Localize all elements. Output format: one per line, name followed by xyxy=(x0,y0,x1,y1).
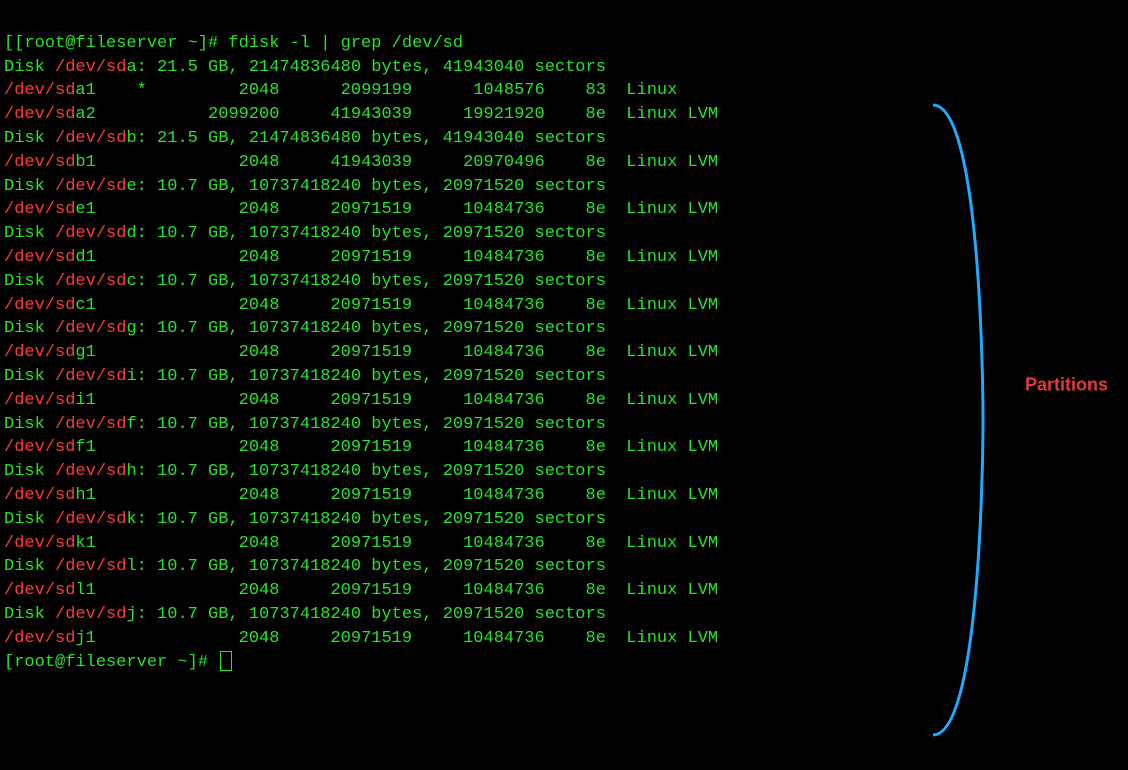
disk-line: Disk /dev/sda: 21.5 GB, 21474836480 byte… xyxy=(4,56,1124,80)
device-highlight: /dev/sd xyxy=(55,415,126,434)
device-highlight: /dev/sd xyxy=(4,438,75,457)
device-highlight: /dev/sd xyxy=(55,367,126,386)
device-highlight: /dev/sd xyxy=(4,296,75,315)
prompt-end: [root@fileserver ~]# xyxy=(4,653,218,672)
device-highlight: /dev/sd xyxy=(4,200,75,219)
partition-line: /dev/sde1 2048 20971519 10484736 8e Linu… xyxy=(4,198,1124,222)
disk-line: Disk /dev/sdg: 10.7 GB, 10737418240 byte… xyxy=(4,317,1124,341)
partition-line: /dev/sda2 2099200 41943039 19921920 8e L… xyxy=(4,103,1124,127)
disk-line: Disk /dev/sdi: 10.7 GB, 10737418240 byte… xyxy=(4,365,1124,389)
annotation-label: Partitions xyxy=(1025,372,1108,397)
device-highlight: /dev/sd xyxy=(4,248,75,267)
partition-line: /dev/sdg1 2048 20971519 10484736 8e Linu… xyxy=(4,341,1124,365)
device-highlight: /dev/sd xyxy=(55,462,126,481)
disk-line: Disk /dev/sdf: 10.7 GB, 10737418240 byte… xyxy=(4,413,1124,437)
disk-line: Disk /dev/sdl: 10.7 GB, 10737418240 byte… xyxy=(4,555,1124,579)
device-highlight: /dev/sd xyxy=(55,129,126,148)
device-highlight: /dev/sd xyxy=(4,343,75,362)
disk-line: Disk /dev/sdk: 10.7 GB, 10737418240 byte… xyxy=(4,508,1124,532)
disk-line: Disk /dev/sdc: 10.7 GB, 10737418240 byte… xyxy=(4,270,1124,294)
partition-line: /dev/sdf1 2048 20971519 10484736 8e Linu… xyxy=(4,436,1124,460)
partition-line: /dev/sdc1 2048 20971519 10484736 8e Linu… xyxy=(4,294,1124,318)
device-highlight: /dev/sd xyxy=(4,81,75,100)
device-highlight: /dev/sd xyxy=(55,58,126,77)
device-highlight: /dev/sd xyxy=(55,177,126,196)
disk-line: Disk /dev/sdh: 10.7 GB, 10737418240 byte… xyxy=(4,460,1124,484)
disk-line: Disk /dev/sdj: 10.7 GB, 10737418240 byte… xyxy=(4,603,1124,627)
output-lines: Disk /dev/sda: 21.5 GB, 21474836480 byte… xyxy=(4,56,1124,651)
partition-line: /dev/sdl1 2048 20971519 10484736 8e Linu… xyxy=(4,579,1124,603)
device-highlight: /dev/sd xyxy=(4,581,75,600)
partition-line: /dev/sdb1 2048 41943039 20970496 8e Linu… xyxy=(4,151,1124,175)
disk-line: Disk /dev/sdb: 21.5 GB, 21474836480 byte… xyxy=(4,127,1124,151)
device-highlight: /dev/sd xyxy=(4,105,75,124)
device-highlight: /dev/sd xyxy=(55,605,126,624)
partition-line: /dev/sda1 * 2048 2099199 1048576 83 Linu… xyxy=(4,79,1124,103)
prompt-line: [[root@fileserver ~]# fdisk -l | grep /d… xyxy=(4,34,463,53)
device-highlight: /dev/sd xyxy=(4,629,75,648)
device-highlight: /dev/sd xyxy=(4,486,75,505)
device-highlight: /dev/sd xyxy=(4,153,75,172)
device-highlight: /dev/sd xyxy=(55,272,126,291)
device-highlight: /dev/sd xyxy=(4,391,75,410)
partition-line: /dev/sdd1 2048 20971519 10484736 8e Linu… xyxy=(4,246,1124,270)
partition-line: /dev/sdj1 2048 20971519 10484736 8e Linu… xyxy=(4,627,1124,651)
device-highlight: /dev/sd xyxy=(55,557,126,576)
partition-line: /dev/sdh1 2048 20971519 10484736 8e Linu… xyxy=(4,484,1124,508)
device-highlight: /dev/sd xyxy=(55,224,126,243)
partition-line: /dev/sdi1 2048 20971519 10484736 8e Linu… xyxy=(4,389,1124,413)
device-highlight: /dev/sd xyxy=(55,319,126,338)
partition-line: /dev/sdk1 2048 20971519 10484736 8e Linu… xyxy=(4,532,1124,556)
device-highlight: /dev/sd xyxy=(55,510,126,529)
terminal-output[interactable]: [[root@fileserver ~]# fdisk -l | grep /d… xyxy=(0,0,1128,682)
cursor xyxy=(220,651,232,671)
disk-line: Disk /dev/sde: 10.7 GB, 10737418240 byte… xyxy=(4,175,1124,199)
disk-line: Disk /dev/sdd: 10.7 GB, 10737418240 byte… xyxy=(4,222,1124,246)
device-highlight: /dev/sd xyxy=(4,534,75,553)
